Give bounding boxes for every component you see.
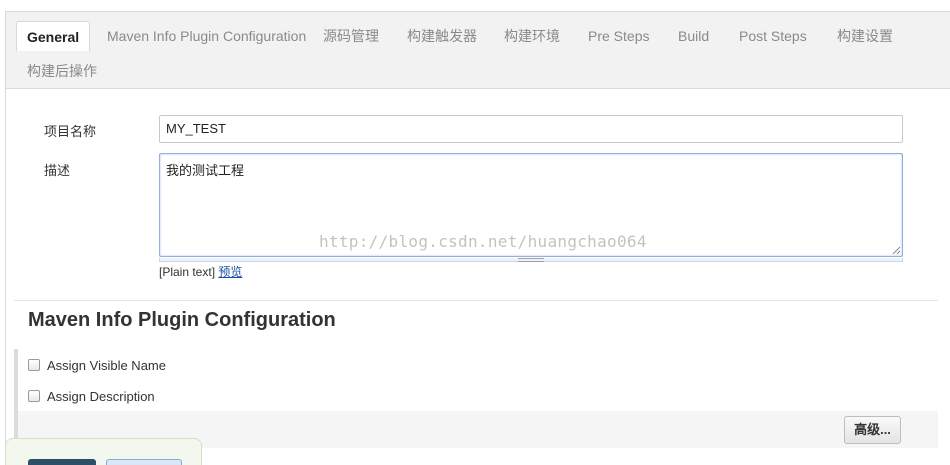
format-label: [Plain text]	[159, 265, 216, 279]
description-text: 我的测试工程	[166, 163, 245, 178]
markup-format-line: [Plain text] 预览	[159, 263, 242, 280]
section-divider	[14, 300, 938, 301]
tab-post-steps[interactable]: Post Steps	[729, 21, 817, 51]
tab-post-build-actions[interactable]: 构建后操作	[17, 56, 107, 86]
tab-general[interactable]: General	[16, 21, 91, 51]
save-button[interactable]	[28, 459, 96, 465]
checkbox-row-visible-name[interactable]: Assign Visible Name	[28, 356, 166, 374]
textarea-drag-handle-icon[interactable]	[518, 258, 544, 262]
tab-maven-info-plugin[interactable]: Maven Info Plugin Configuration	[97, 21, 316, 51]
tab-build[interactable]: Build	[668, 21, 719, 51]
resize-grip-icon[interactable]	[892, 246, 901, 255]
project-name-label: 项目名称	[44, 124, 97, 139]
tab-source-management[interactable]: 源码管理	[313, 21, 389, 51]
watermark-url: http://blog.csdn.net/huangchao064	[319, 232, 647, 251]
advanced-button[interactable]: 高级...	[844, 416, 901, 444]
apply-button[interactable]	[106, 459, 182, 465]
tab-build-triggers[interactable]: 构建触发器	[397, 21, 487, 51]
assign-description-checkbox[interactable]	[28, 390, 40, 402]
section-title-maven-info: Maven Info Plugin Configuration	[28, 309, 336, 331]
assign-visible-name-checkbox[interactable]	[28, 359, 40, 371]
project-name-input[interactable]: MY_TEST	[159, 115, 903, 143]
config-tab-bar: General Maven Info Plugin Configuration …	[6, 12, 950, 89]
assign-visible-name-label: Assign Visible Name	[47, 357, 166, 373]
tab-pre-steps[interactable]: Pre Steps	[578, 21, 659, 51]
preview-link[interactable]: 预览	[218, 265, 242, 279]
config-frame: General Maven Info Plugin Configuration …	[5, 11, 950, 465]
tab-build-environment[interactable]: 构建环境	[494, 21, 570, 51]
assign-description-label: Assign Description	[47, 388, 155, 404]
checkbox-row-description[interactable]: Assign Description	[28, 387, 155, 405]
description-label: 描述	[44, 163, 71, 178]
tab-build-settings[interactable]: 构建设置	[827, 21, 903, 51]
